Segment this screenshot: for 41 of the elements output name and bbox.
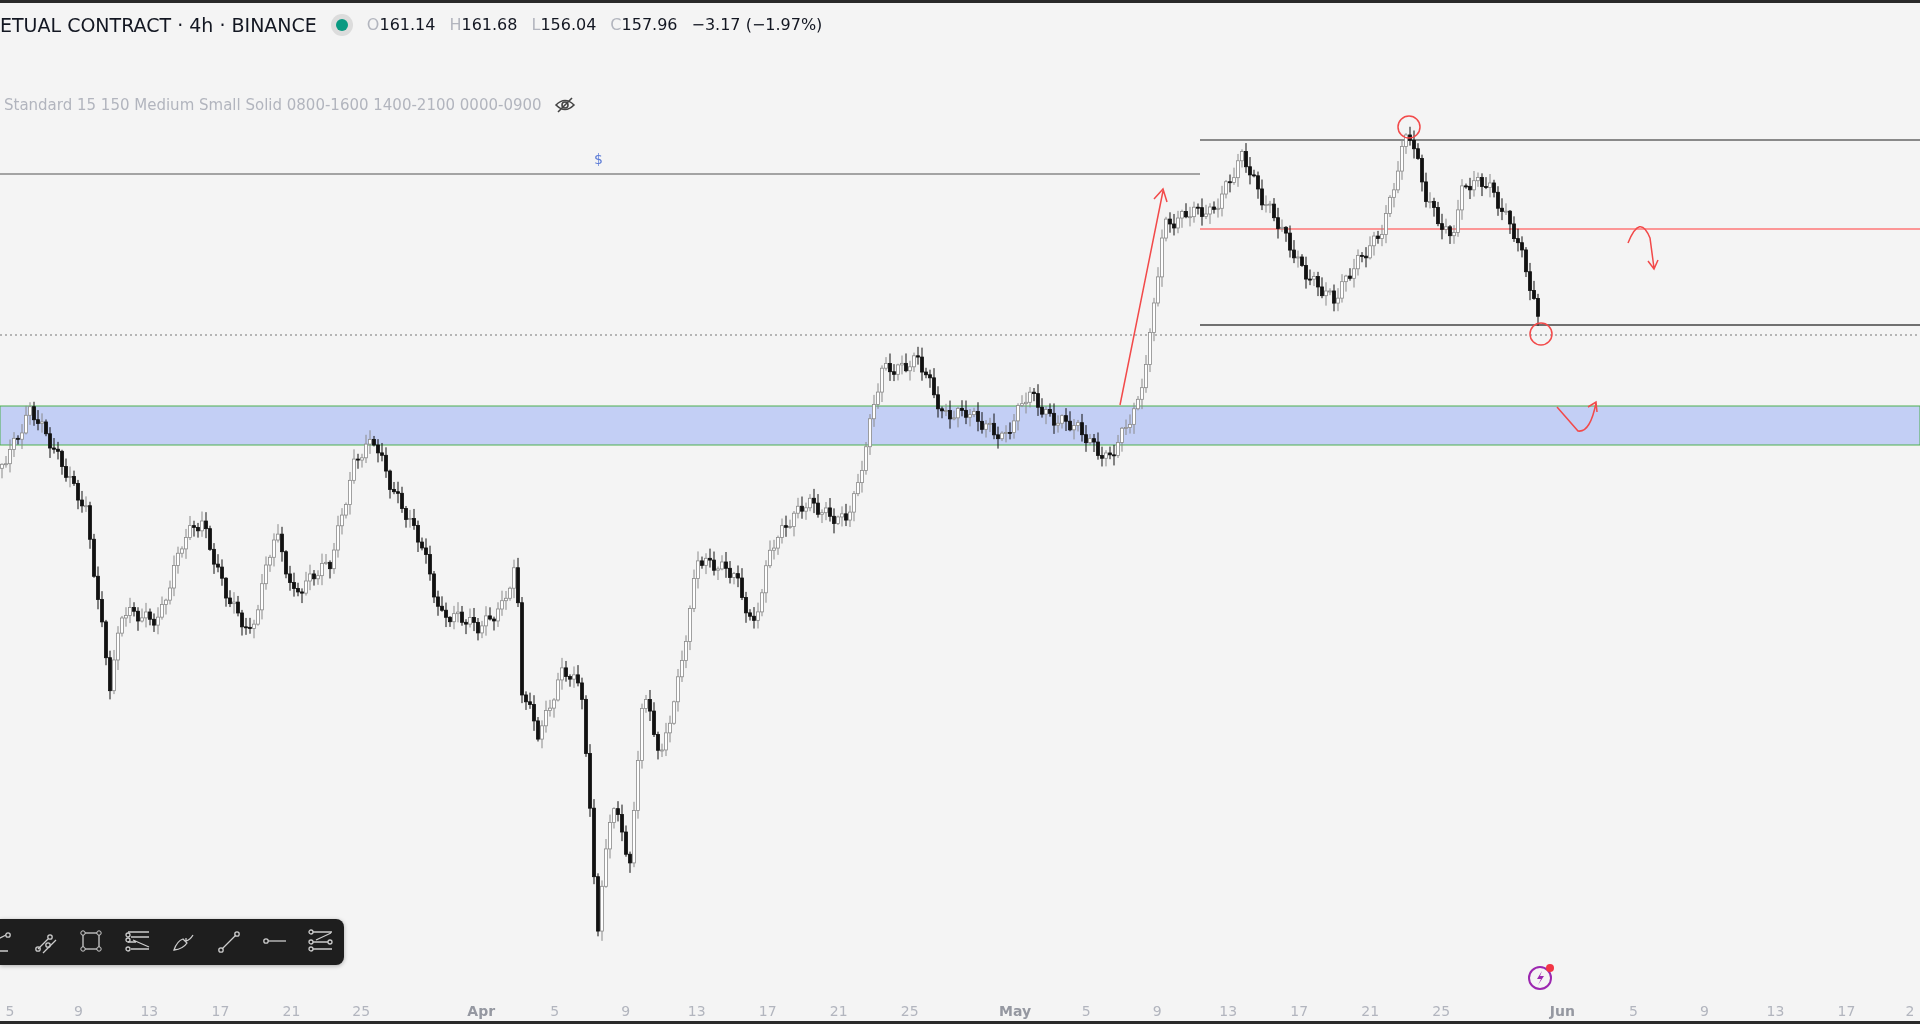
date-label: 13 [1219,1002,1238,1021]
date-label: 9 [73,1002,83,1021]
arrow-drawing [1556,401,1598,432]
date-label: Apr [467,1002,496,1021]
circle-marker [1529,322,1553,346]
date-label: 21 [1361,1002,1380,1021]
hidden-eye-icon[interactable] [553,96,576,115]
date-label: May [999,1002,1032,1021]
date-label: 21 [829,1002,848,1021]
ohlc-value: H161.68 [449,14,518,37]
date-label: 13 [140,1002,159,1021]
ohlc-value: L156.04 [531,14,597,37]
circle-marker [1397,115,1421,139]
date-label: Jun [1549,1002,1575,1021]
date-label: 17 [1837,1002,1856,1021]
symbol-title: ETUAL CONTRACT · 4h · BINANCE [0,13,317,38]
date-label: 5 [550,1002,560,1021]
date-label: 2 [1905,1002,1915,1021]
date-label: 5 [1081,1002,1091,1021]
date-label: 25 [352,1002,371,1021]
date-label: 9 [1152,1002,1162,1021]
date-label: 17 [211,1002,230,1021]
date-label: 25 [900,1002,919,1021]
arrow-drawing [1627,225,1659,270]
date-label: 17 [1290,1002,1309,1021]
ohlc-value: O161.14 [366,14,436,37]
chart-marker-label: $ [594,150,603,169]
date-label: 9 [1700,1002,1709,1021]
date-label: 21 [282,1002,301,1021]
price-change: −3.17 (−1.97%) [691,14,823,37]
date-label: 13 [687,1002,706,1021]
date-label: 17 [758,1002,777,1021]
status-dot-icon [330,14,353,37]
indicator-label: Standard 15 150 Medium Small Solid 0800-1600 1400-2100 0000-0900 [4,95,542,116]
date-label: 5 [5,1002,15,1021]
date-label: 9 [621,1002,631,1021]
date-label: 25 [1432,1002,1451,1021]
lightning-icon[interactable] [1526,962,1556,992]
date-label: 5 [1629,1002,1638,1021]
date-label: 13 [1766,1002,1785,1021]
ohlc-value: C157.96 [610,14,678,37]
